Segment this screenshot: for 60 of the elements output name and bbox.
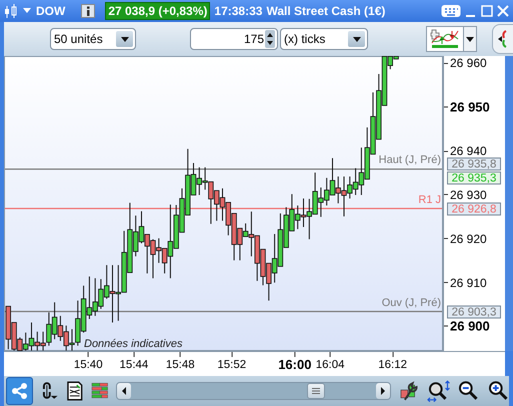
document-icon[interactable]	[66, 381, 83, 402]
price-axis-label: 26 960	[450, 56, 487, 70]
indicator-chart-icon	[430, 29, 460, 50]
price-axis-label: 26 930	[450, 188, 487, 202]
candlestick-icon[interactable]	[4, 4, 18, 18]
ticks-dropdown[interactable]: (x) ticks	[280, 28, 368, 50]
time-axis-label: 16:00	[278, 357, 312, 372]
share-icon	[10, 382, 29, 400]
price-tag: 26 935,3	[447, 171, 501, 184]
side-panel-tab[interactable]	[492, 24, 513, 54]
horizontal-scrollbar[interactable]	[116, 382, 392, 400]
left-arrow-icon	[121, 387, 128, 396]
link-icon[interactable]	[41, 381, 59, 402]
level-label: Haut (J, Pré)	[378, 154, 441, 166]
time-axis-label: 15:44	[120, 359, 148, 372]
zoom-out-icon[interactable]	[458, 380, 480, 402]
clock-time: 17:38:33	[214, 4, 262, 18]
indicators-button[interactable]	[426, 26, 464, 52]
time-axis-label: 15:48	[166, 359, 195, 372]
price-axis-label: 26 940	[450, 144, 487, 158]
zoom-fit-icon[interactable]	[426, 380, 450, 402]
bricks-icon[interactable]	[90, 382, 108, 400]
time-axis-label: 15:40	[74, 359, 103, 372]
units-dropdown[interactable]: 50 unités	[50, 28, 136, 50]
price-tag: 26 926,8	[447, 202, 501, 216]
scroll-right-button[interactable]	[376, 383, 390, 400]
caret-icon	[465, 36, 475, 43]
time-axis-label: 16:12	[378, 359, 408, 372]
arrows-icon	[497, 29, 509, 50]
caret-icon	[120, 36, 130, 43]
maximize-icon[interactable]	[481, 4, 493, 17]
instrument-name[interactable]: DOW	[36, 4, 66, 18]
info-icon[interactable]	[81, 4, 96, 18]
data-disclaimer: Données indicatives	[84, 338, 182, 350]
scroll-left-button[interactable]	[117, 383, 132, 400]
level-label: R1 J	[418, 194, 441, 206]
indicators-menu-button[interactable]	[464, 26, 477, 52]
tick-count-field[interactable]: 175	[190, 28, 278, 50]
time-axis-label: 16:04	[316, 359, 345, 372]
spinner-arrows-icon[interactable]	[265, 30, 275, 48]
price-badge: 27 038,9 (+0,83%)	[105, 2, 210, 20]
wrench-icon[interactable]	[399, 380, 419, 402]
price-axis-label: 26 950	[450, 100, 490, 115]
right-arrow-icon	[380, 387, 386, 396]
share-button[interactable]	[6, 377, 34, 406]
price-tag: 26 935,8	[447, 157, 501, 170]
grip-icon	[312, 388, 320, 394]
caret-icon[interactable]	[22, 7, 32, 14]
time-axis-label: 15:52	[217, 359, 246, 372]
keyboard-icon[interactable]	[441, 4, 461, 18]
price-axis-label: 26 920	[450, 232, 487, 246]
price-tag: 26 903,3	[447, 305, 501, 318]
close-icon[interactable]	[497, 4, 509, 17]
price-axis-label: 26 910	[450, 276, 487, 290]
caret-icon	[352, 36, 362, 43]
zoom-in-icon[interactable]	[488, 380, 509, 402]
level-label: Ouv (J, Pré)	[382, 296, 441, 309]
instrument-title: Wall Street Cash (1€)	[266, 4, 386, 18]
scroll-thumb[interactable]	[307, 383, 326, 400]
price-axis-label: 26 900	[450, 318, 490, 334]
